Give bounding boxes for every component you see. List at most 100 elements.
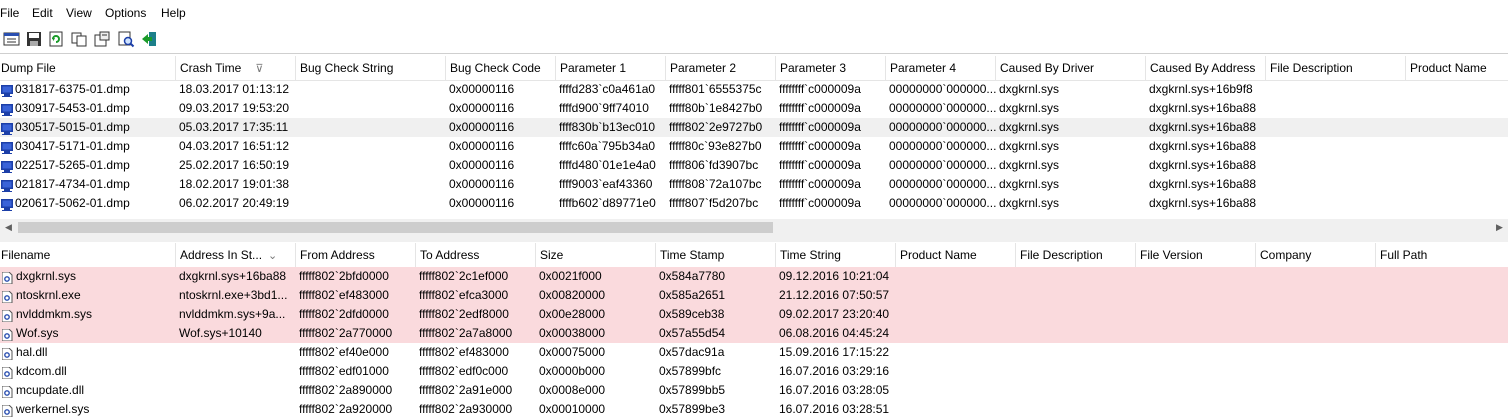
menu-view[interactable]: View: [66, 6, 92, 20]
table-row[interactable]: dxgkrnl.sys dxgkrnl.sys+16ba88 fffff802`2b…: [0, 267, 1508, 286]
col-file-description[interactable]: File Description: [1266, 56, 1406, 80]
driver-table-header: Filename Address In St... ⌄ From Address …: [0, 243, 1508, 268]
menu-options[interactable]: Options: [105, 6, 146, 20]
menu-edit[interactable]: Edit: [32, 6, 53, 20]
table-cell: ffffffff`c000009a: [779, 120, 861, 134]
table-cell: 0x584a7780: [659, 269, 726, 283]
col-caused-by-driver[interactable]: Caused By Driver: [996, 56, 1146, 80]
table-cell: ffffffff`c000009a: [779, 177, 861, 191]
col-caused-by-address[interactable]: Caused By Address: [1146, 56, 1266, 80]
table-cell: dxgkrnl.sys+16ba88: [1149, 158, 1257, 172]
table-cell: fffff802`2dfd0000: [299, 307, 389, 321]
table-row[interactable]: 030517-5015-01.dmp 05.03.2017 17:35:11 0x0…: [0, 118, 1508, 137]
col-from-address[interactable]: From Address: [296, 243, 416, 267]
table-cell: 09.12.2016 10:21:04: [779, 269, 890, 283]
col-dump-file[interactable]: Dump File: [0, 56, 176, 80]
filename-cell: hal.dll: [0, 343, 176, 362]
table-cell: dxgkrnl.sys+16ba88: [1149, 177, 1257, 191]
table-row[interactable]: 031817-6375-01.dmp 18.03.2017 01:13:12 0x0…: [0, 80, 1508, 99]
col-parameter-3[interactable]: Parameter 3: [776, 56, 886, 80]
refresh-icon[interactable]: [47, 30, 65, 48]
col-filename[interactable]: Filename: [0, 243, 176, 267]
cell-text: 030417-5171-01.dmp: [15, 139, 130, 153]
table-row[interactable]: nvlddmkm.sys nvlddmkm.sys+9a... fffff802`2…: [0, 305, 1508, 324]
col-product-name-2[interactable]: Product Name: [896, 243, 1016, 267]
table-row[interactable]: kdcom.dll fffff802`edf01000 fffff802`edf0c…: [0, 362, 1508, 381]
table-row[interactable]: mcupdate.dll fffff802`2a890000 fffff802`2a…: [0, 381, 1508, 400]
options-icon[interactable]: [93, 30, 111, 48]
table-cell: [179, 343, 296, 362]
table-row[interactable]: ntoskrnl.exe ntoskrnl.exe+3bd1... fffff802…: [0, 286, 1508, 305]
col-parameter-1[interactable]: Parameter 1: [556, 56, 666, 80]
col-full-path[interactable]: Full Path: [1376, 243, 1508, 267]
col-bug-check-code[interactable]: Bug Check Code: [446, 56, 556, 80]
scroll-thumb[interactable]: [18, 222, 773, 233]
col-product-name[interactable]: Product Name: [1406, 56, 1508, 80]
table-cell: dxgkrnl.sys+16ba88: [1149, 139, 1257, 153]
exit-icon[interactable]: [140, 30, 158, 48]
driver-file-icon: [1, 309, 13, 323]
table-cell: dxgkrnl.sys+16ba88: [1149, 196, 1257, 210]
driver-file-icon: [1, 404, 13, 418]
table-row[interactable]: Wof.sys Wof.sys+10140 fffff802`2a770000 fff…: [0, 324, 1508, 343]
scroll-left-icon[interactable]: ◀: [0, 219, 17, 236]
col-bug-check-string[interactable]: Bug Check String: [296, 56, 446, 80]
table-cell: 0x00000116: [449, 196, 515, 210]
find-icon[interactable]: [117, 30, 135, 48]
col-to-address[interactable]: To Address: [416, 243, 536, 267]
scroll-right-icon[interactable]: ▶: [1491, 219, 1508, 236]
table-cell: fffff802`2a7a8000: [419, 326, 513, 340]
table-cell: ffffffff`c000009a: [779, 158, 861, 172]
dump-file-cell: 022517-5265-01.dmp: [0, 156, 176, 175]
col-size[interactable]: Size: [536, 243, 656, 267]
col-time-string[interactable]: Time String: [776, 243, 896, 267]
table-row[interactable]: 030417-5171-01.dmp 04.03.2017 16:51:12 0x0…: [0, 137, 1508, 156]
dump-file-cell: 021817-4734-01.dmp: [0, 175, 176, 194]
driver-file-icon: [1, 347, 13, 361]
table-cell: 00000000`000000...: [889, 120, 996, 134]
col-file-description-2[interactable]: File Description: [1016, 243, 1136, 267]
col-parameter-4[interactable]: Parameter 4: [886, 56, 996, 80]
table-cell: 05.03.2017 17:35:11: [179, 120, 289, 134]
table-cell: fffff802`2edf8000: [419, 307, 509, 321]
table-cell: fffff80b`1e8427b0: [669, 101, 763, 115]
menu-help[interactable]: Help: [161, 6, 186, 20]
table-cell: [179, 400, 296, 419]
cell-text: 031817-6375-01.dmp: [15, 82, 130, 96]
pane-splitter[interactable]: [0, 236, 1508, 242]
col-address-in-stack[interactable]: Address In St... ⌄: [176, 243, 296, 267]
table-cell: 0x0021f000: [539, 269, 602, 283]
table-row[interactable]: 022517-5265-01.dmp 25.02.2017 16:50:19 0x0…: [0, 156, 1508, 175]
table-cell: ntoskrnl.exe+3bd1...: [179, 288, 288, 302]
col-crash-time[interactable]: Crash Time ⊽: [176, 56, 296, 80]
col-company[interactable]: Company: [1256, 243, 1376, 267]
table-cell: fffff802`edf01000: [299, 364, 389, 378]
cell-text: dxgkrnl.sys: [16, 269, 77, 283]
menu-file[interactable]: File: [0, 6, 19, 20]
table-cell: dxgkrnl.sys+16ba88: [1149, 101, 1257, 115]
cell-text: Wof.sys: [16, 326, 59, 340]
driver-file-icon: [1, 366, 13, 380]
col-time-stamp[interactable]: Time Stamp: [656, 243, 776, 267]
table-cell: dxgkrnl.sys: [999, 139, 1060, 153]
col-parameter-2[interactable]: Parameter 2: [666, 56, 776, 80]
table-row[interactable]: 020617-5062-01.dmp 06.02.2017 20:49:19 0x0…: [0, 194, 1508, 213]
dump-table-header: Dump File Crash Time ⊽ Bug Check String B…: [0, 56, 1508, 81]
table-row[interactable]: hal.dll fffff802`ef40e000 fffff802`ef48300…: [0, 343, 1508, 362]
properties-icon[interactable]: [3, 30, 21, 48]
copy-icon[interactable]: [70, 30, 88, 48]
dump-table-hscrollbar[interactable]: ◀ ▶: [0, 219, 1508, 236]
toolbar: [0, 28, 1508, 50]
table-row[interactable]: 030917-5453-01.dmp 09.03.2017 19:53:20 0x0…: [0, 99, 1508, 118]
table-cell: 06.02.2017 20:49:19: [179, 196, 290, 210]
table-cell: fffff806`fd3907bc: [669, 158, 759, 172]
table-cell: fffff808`72a107bc: [669, 177, 762, 191]
save-icon[interactable]: [25, 30, 43, 48]
table-row[interactable]: werkernel.sys fffff802`2a920000 fffff802`2…: [0, 400, 1508, 419]
table-cell: 06.08.2016 04:45:24: [779, 326, 890, 340]
col-file-version[interactable]: File Version: [1136, 243, 1256, 267]
table-cell: 0x589ceb38: [659, 307, 725, 321]
table-cell: [299, 99, 446, 118]
cell-text: 030917-5453-01.dmp: [15, 101, 130, 115]
table-row[interactable]: 021817-4734-01.dmp 18.02.2017 19:01:38 0x0…: [0, 175, 1508, 194]
